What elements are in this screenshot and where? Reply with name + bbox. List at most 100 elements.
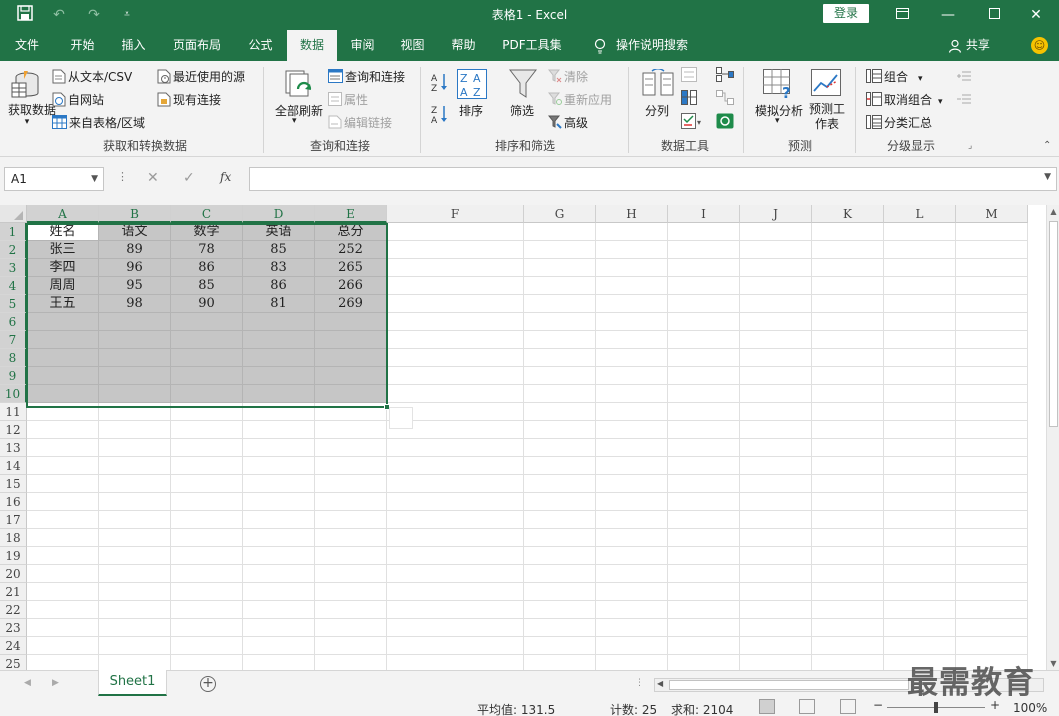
cell-a21[interactable]: [27, 583, 99, 601]
cell-b17[interactable]: [99, 511, 171, 529]
row-header-19[interactable]: 19: [0, 547, 27, 565]
cell-k11[interactable]: [812, 403, 884, 421]
cell-a10[interactable]: [27, 385, 99, 403]
cell-i24[interactable]: [668, 637, 740, 655]
tab-file[interactable]: 文件: [5, 30, 49, 61]
cell-k5[interactable]: [812, 295, 884, 313]
cell-c10[interactable]: [171, 385, 243, 403]
cell-m21[interactable]: [956, 583, 1028, 601]
cell-b25[interactable]: [99, 655, 171, 670]
cell-e8[interactable]: [315, 349, 387, 367]
cell-d23[interactable]: [243, 619, 315, 637]
cell-i25[interactable]: [668, 655, 740, 670]
cell-f4[interactable]: [387, 277, 524, 295]
column-header-f[interactable]: F: [387, 205, 524, 223]
cell-b20[interactable]: [99, 565, 171, 583]
tab-pdf-tools[interactable]: PDF工具集: [497, 30, 567, 61]
cell-j23[interactable]: [740, 619, 812, 637]
cell-e5[interactable]: 269: [315, 295, 387, 313]
cell-e7[interactable]: [315, 331, 387, 349]
cell-i8[interactable]: [668, 349, 740, 367]
close-icon[interactable]: ✕: [1013, 0, 1059, 30]
cell-m12[interactable]: [956, 421, 1028, 439]
cell-d21[interactable]: [243, 583, 315, 601]
tab-review[interactable]: 审阅: [340, 30, 385, 61]
cell-e11[interactable]: [315, 403, 387, 421]
cell-l7[interactable]: [884, 331, 956, 349]
cell-f8[interactable]: [387, 349, 524, 367]
cell-h18[interactable]: [596, 529, 668, 547]
cell-l11[interactable]: [884, 403, 956, 421]
cell-i14[interactable]: [668, 457, 740, 475]
cell-c11[interactable]: [171, 403, 243, 421]
text-to-columns-button[interactable]: 分列: [645, 102, 669, 119]
cell-f1[interactable]: [387, 223, 524, 241]
cell-l19[interactable]: [884, 547, 956, 565]
cell-k1[interactable]: [812, 223, 884, 241]
cell-h25[interactable]: [596, 655, 668, 670]
dialog-launcher-icon[interactable]: ⌟: [968, 141, 972, 151]
cell-f3[interactable]: [387, 259, 524, 277]
cell-d24[interactable]: [243, 637, 315, 655]
clear-filter-button[interactable]: 清除: [547, 68, 588, 86]
cell-j21[interactable]: [740, 583, 812, 601]
cell-a8[interactable]: [27, 349, 99, 367]
select-all-corner[interactable]: [0, 205, 27, 223]
cell-b12[interactable]: [99, 421, 171, 439]
cell-i3[interactable]: [668, 259, 740, 277]
cell-d13[interactable]: [243, 439, 315, 457]
cell-f9[interactable]: [387, 367, 524, 385]
cell-j4[interactable]: [740, 277, 812, 295]
cell-a9[interactable]: [27, 367, 99, 385]
cell-g13[interactable]: [524, 439, 596, 457]
cell-g11[interactable]: [524, 403, 596, 421]
existing-connections-button[interactable]: 现有连接: [157, 91, 221, 110]
row-header-22[interactable]: 22: [0, 601, 27, 619]
cell-e9[interactable]: [315, 367, 387, 385]
cell-f17[interactable]: [387, 511, 524, 529]
cell-i20[interactable]: [668, 565, 740, 583]
cell-k7[interactable]: [812, 331, 884, 349]
cell-i22[interactable]: [668, 601, 740, 619]
minimize-icon[interactable]: —: [925, 0, 971, 30]
cell-j14[interactable]: [740, 457, 812, 475]
cell-h14[interactable]: [596, 457, 668, 475]
cell-j9[interactable]: [740, 367, 812, 385]
row-header-12[interactable]: 12: [0, 421, 27, 439]
cell-k20[interactable]: [812, 565, 884, 583]
cell-a12[interactable]: [27, 421, 99, 439]
ungroup-dropdown-icon[interactable]: ▾: [938, 97, 943, 107]
cell-j20[interactable]: [740, 565, 812, 583]
refresh-dropdown-icon[interactable]: ▾: [292, 116, 297, 126]
cell-e16[interactable]: [315, 493, 387, 511]
cell-k2[interactable]: [812, 241, 884, 259]
cell-l16[interactable]: [884, 493, 956, 511]
cell-m2[interactable]: [956, 241, 1028, 259]
cell-h3[interactable]: [596, 259, 668, 277]
row-header-17[interactable]: 17: [0, 511, 27, 529]
cell-c21[interactable]: [171, 583, 243, 601]
cell-l8[interactable]: [884, 349, 956, 367]
cell-g7[interactable]: [524, 331, 596, 349]
data-model-icon[interactable]: [716, 113, 734, 132]
cell-b1[interactable]: 语文: [99, 223, 171, 241]
cell-f6[interactable]: [387, 313, 524, 331]
cell-i9[interactable]: [668, 367, 740, 385]
cell-a24[interactable]: [27, 637, 99, 655]
vertical-scroll-thumb[interactable]: [1049, 221, 1058, 427]
worksheet-grid[interactable]: ABCDEFGHIJKLM 1 2 3 4 5 6 7 8 9 10 11 12 13 14 15 16 17 1…: [0, 205, 1046, 670]
cell-g6[interactable]: [524, 313, 596, 331]
cell-i6[interactable]: [668, 313, 740, 331]
cell-m14[interactable]: [956, 457, 1028, 475]
row-header-8[interactable]: 8: [0, 349, 27, 367]
cell-g20[interactable]: [524, 565, 596, 583]
tab-insert[interactable]: 插入: [111, 30, 156, 61]
cell-i10[interactable]: [668, 385, 740, 403]
cell-h24[interactable]: [596, 637, 668, 655]
cell-b7[interactable]: [99, 331, 171, 349]
row-header-2[interactable]: 2: [0, 241, 27, 259]
row-header-1[interactable]: 1: [0, 223, 27, 241]
cell-a20[interactable]: [27, 565, 99, 583]
scroll-down-icon[interactable]: ▼: [1047, 659, 1059, 668]
column-header-l[interactable]: L: [884, 205, 956, 223]
